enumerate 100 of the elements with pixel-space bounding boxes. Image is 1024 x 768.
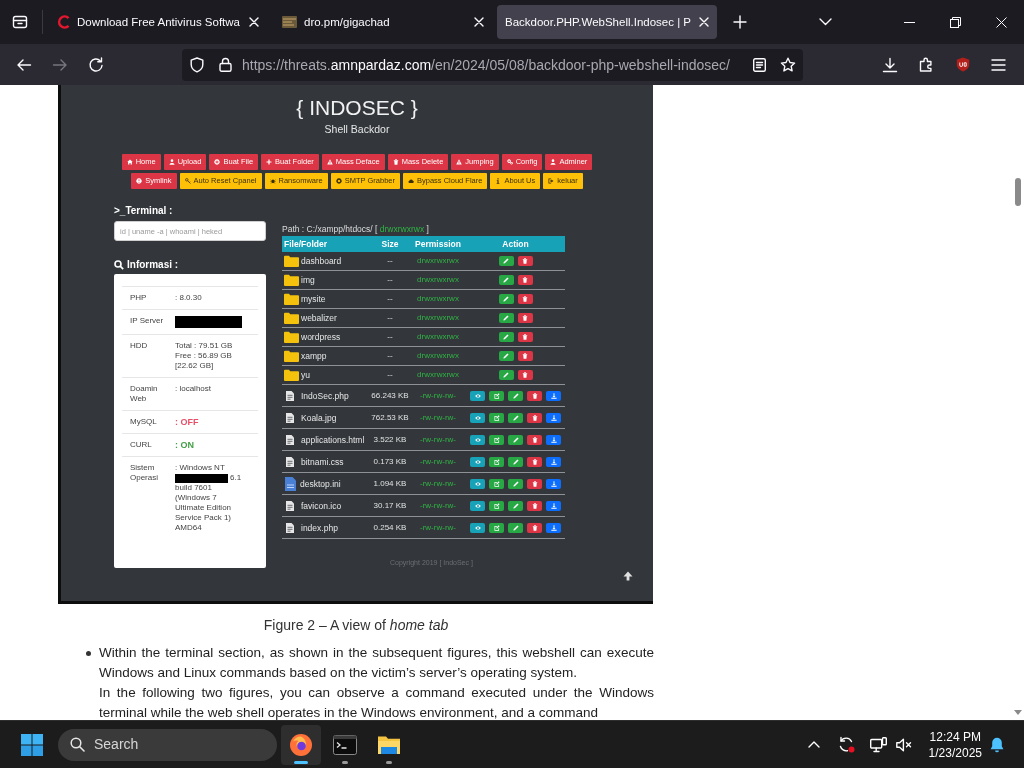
file-name[interactable]: img — [301, 275, 315, 285]
close-icon[interactable] — [699, 17, 709, 27]
rename-button[interactable] — [498, 332, 514, 342]
delete-button[interactable] — [517, 351, 533, 361]
restore-icon[interactable] — [949, 16, 961, 28]
search-input[interactable]: Search — [94, 734, 244, 755]
browser-tab[interactable]: dro.pm/gigachad — [272, 5, 492, 39]
delete-button[interactable] — [517, 370, 533, 380]
edit-button[interactable] — [489, 478, 504, 489]
minimize-icon[interactable] — [903, 21, 915, 23]
bell-icon[interactable] — [990, 736, 1004, 753]
delete-button[interactable] — [527, 412, 542, 423]
close-icon[interactable] — [995, 16, 1007, 28]
browser-tab[interactable]: Backdoor.PHP.WebShell.Indosec | P — [497, 5, 717, 39]
file-name[interactable]: dashboard — [301, 256, 342, 266]
shield-icon[interactable] — [190, 56, 204, 73]
view-button[interactable] — [470, 522, 485, 533]
delete-button[interactable] — [517, 332, 533, 342]
muted-speaker-icon[interactable] — [895, 737, 912, 752]
clock-time[interactable]: 12:24 PM — [929, 728, 981, 745]
delete-button[interactable] — [527, 522, 542, 533]
delete-button[interactable] — [517, 294, 533, 304]
scroll-down-icon[interactable] — [1014, 710, 1022, 715]
close-icon[interactable] — [249, 17, 259, 27]
view-button[interactable] — [470, 456, 485, 467]
file-name[interactable]: xampp — [301, 351, 327, 361]
plus-icon[interactable] — [733, 15, 747, 29]
reader-view-icon[interactable] — [753, 57, 766, 72]
delete-button[interactable] — [527, 390, 542, 401]
lock-icon[interactable] — [219, 57, 232, 72]
tab-list-icon[interactable] — [12, 14, 28, 30]
file-name[interactable]: webalizer — [301, 313, 337, 323]
edit-button[interactable] — [489, 500, 504, 511]
address-bar[interactable]: https://threats.amnpardaz.com/en/2024/05/08/backdoor-php-webshell-indosec/ — [182, 48, 803, 81]
view-button[interactable] — [470, 500, 485, 511]
file-name[interactable]: wordpress — [301, 332, 341, 342]
browser-tab[interactable]: Download Free Antivirus Softwa — [47, 5, 267, 39]
delete-button[interactable] — [527, 478, 542, 489]
taskbar-app[interactable] — [281, 724, 321, 765]
rename-button[interactable] — [498, 313, 514, 323]
file-name[interactable]: yu — [301, 370, 310, 380]
rename-button[interactable] — [508, 500, 523, 511]
edit-button[interactable] — [489, 434, 504, 445]
file-name[interactable]: favicon.ico — [301, 500, 342, 511]
view-button[interactable] — [470, 412, 485, 423]
start-icon[interactable] — [21, 733, 43, 756]
rename-button[interactable] — [508, 434, 523, 445]
star-icon[interactable] — [780, 56, 796, 73]
file-name[interactable]: desktop.ini — [300, 478, 341, 489]
rename-button[interactable] — [508, 522, 523, 533]
rename-button[interactable] — [498, 275, 514, 285]
file-name[interactable]: applications.html — [301, 434, 365, 445]
download-button[interactable] — [546, 456, 561, 467]
delete-button[interactable] — [527, 500, 542, 511]
rename-button[interactable] — [508, 456, 523, 467]
clock-date[interactable]: 1/23/2025 — [928, 744, 982, 761]
file-name[interactable]: Koala.jpg — [301, 412, 337, 423]
reload-icon[interactable] — [88, 56, 104, 73]
delete-button[interactable] — [517, 313, 533, 323]
menu-icon[interactable] — [991, 58, 1006, 71]
arrow-up-icon[interactable] — [623, 571, 633, 581]
pencil-icon — [503, 372, 509, 378]
sync-icon[interactable] — [837, 736, 855, 753]
chevron-up-icon[interactable] — [807, 741, 820, 748]
scrollbar-thumb[interactable] — [1015, 178, 1021, 206]
view-button[interactable] — [470, 478, 485, 489]
delete-button[interactable] — [517, 256, 533, 266]
close-icon[interactable] — [474, 17, 484, 27]
puzzle-icon[interactable] — [919, 57, 934, 72]
chevron-down-icon[interactable] — [819, 18, 832, 26]
rename-button[interactable] — [508, 390, 523, 401]
rename-button[interactable] — [508, 412, 523, 423]
rename-button[interactable] — [498, 370, 514, 380]
edit-button[interactable] — [489, 456, 504, 467]
shield-logo-icon[interactable] — [956, 57, 970, 72]
file-name[interactable]: index.php — [301, 522, 338, 533]
file-name[interactable]: IndoSec.php — [301, 390, 349, 401]
download-button[interactable] — [546, 478, 561, 489]
view-button[interactable] — [470, 434, 485, 445]
search-bar[interactable]: Search — [58, 728, 277, 761]
file-name[interactable]: bitnami.css — [301, 456, 344, 467]
rename-button[interactable] — [498, 351, 514, 361]
rename-button[interactable] — [498, 294, 514, 304]
download-button[interactable] — [546, 390, 561, 401]
file-name[interactable]: mysite — [301, 294, 326, 304]
edit-button[interactable] — [489, 412, 504, 423]
download-button[interactable] — [546, 500, 561, 511]
edit-button[interactable] — [489, 390, 504, 401]
rename-button[interactable] — [498, 256, 514, 266]
download-button[interactable] — [546, 434, 561, 445]
download-button[interactable] — [546, 412, 561, 423]
delete-button[interactable] — [517, 275, 533, 285]
view-button[interactable] — [470, 390, 485, 401]
delete-button[interactable] — [527, 434, 542, 445]
download-icon[interactable] — [882, 56, 898, 73]
monitor-icon[interactable] — [869, 736, 887, 753]
delete-button[interactable] — [527, 456, 542, 467]
edit-button[interactable] — [489, 522, 504, 533]
download-button[interactable] — [546, 522, 561, 533]
rename-button[interactable] — [508, 478, 523, 489]
